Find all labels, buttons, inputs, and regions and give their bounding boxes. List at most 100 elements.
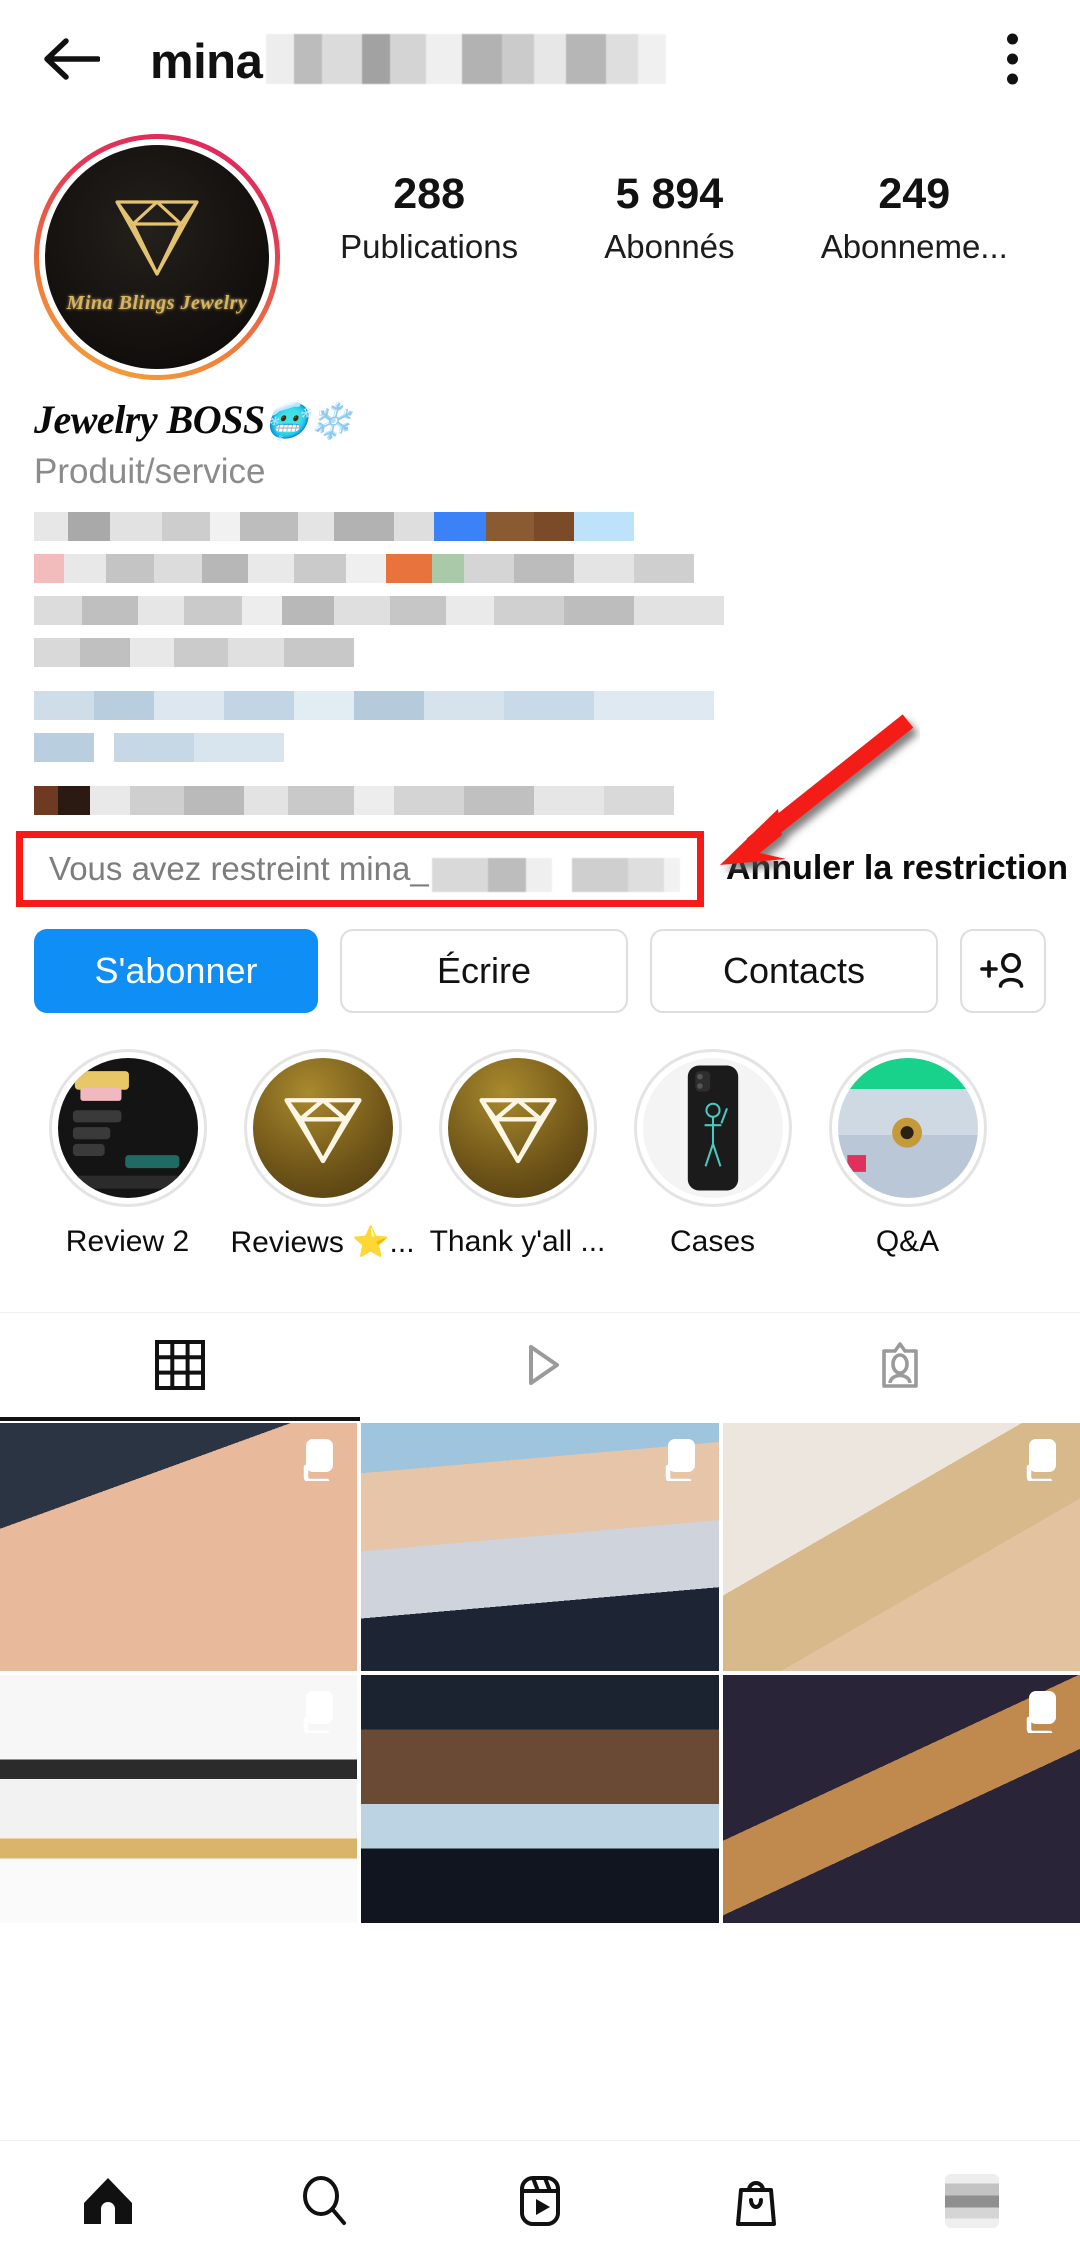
search-icon — [303, 2175, 346, 2225]
play-icon — [529, 1344, 559, 1385]
grid-post[interactable] — [722, 1674, 1080, 1923]
highlight-label: Thank y'all ... — [429, 1224, 606, 1258]
grid-post[interactable] — [722, 1422, 1080, 1671]
story-highlights: Review 2 Reviews ⭐... Thank y'all ... Ca… — [0, 1013, 1080, 1260]
profile-stats: 288 Publications 5 894 Abonnés 249 Abonn… — [280, 134, 1046, 266]
stat-value: 249 — [878, 170, 951, 218]
highlight-label: Reviews ⭐... — [230, 1225, 415, 1259]
kebab-dot — [1007, 73, 1018, 85]
profile-username[interactable]: mina — [150, 28, 1046, 90]
tab-tagged[interactable] — [720, 1313, 1080, 1421]
diamond-icon — [283, 1097, 362, 1163]
username-text: mina — [150, 35, 263, 89]
kebab-dot — [1007, 33, 1018, 45]
highlight-label: Q&A — [875, 1224, 940, 1258]
avatar-brand-text: Mina Blings Jewelry — [66, 291, 248, 314]
avatar-story-ring[interactable]: Mina Blings Jewelry — [34, 134, 280, 380]
kebab-dot — [1007, 53, 1018, 65]
diamond-icon — [115, 199, 199, 276]
avatar[interactable]: Mina Blings Jewelry — [45, 145, 269, 369]
shop-bag-icon — [736, 2180, 776, 2226]
highlight-thumb — [447, 1057, 588, 1198]
restriction-username-redacted — [431, 857, 680, 892]
reels-icon — [520, 2175, 560, 2226]
bio-redacted-line — [34, 785, 674, 815]
back-arrow-icon — [44, 38, 100, 80]
bio-redacted-link-line — [34, 690, 714, 720]
bio-redacted-line — [34, 637, 354, 667]
nav-shop[interactable] — [648, 2141, 864, 2260]
home-icon — [84, 2177, 132, 2224]
stat-label: Abonnés — [604, 228, 735, 266]
stat-label: Abonneme... — [820, 228, 1008, 266]
restriction-text: Vous avez restreint mina_ — [49, 849, 429, 887]
post-grid — [0, 1422, 1080, 1923]
profile-avatar-redacted — [945, 2173, 999, 2228]
top-app-bar: mina — [0, 0, 1080, 118]
highlight-label: Cases — [669, 1224, 756, 1258]
suggest-users-button[interactable] — [960, 928, 1046, 1013]
highlight-item[interactable]: Thank y'all ... — [420, 1048, 615, 1260]
review-chat-thumb-icon — [70, 1070, 183, 1189]
highlight-label: Review 2 — [65, 1224, 190, 1258]
username-redacted-block — [266, 34, 667, 84]
phone-case-thumb-icon — [687, 1065, 738, 1191]
tab-grid[interactable] — [0, 1313, 360, 1421]
nav-home[interactable] — [0, 2141, 216, 2260]
bio-redacted-line — [34, 553, 694, 583]
diamond-icon — [478, 1097, 557, 1163]
tagged-person-icon — [882, 1341, 918, 1388]
stat-value: 288 — [393, 170, 465, 218]
bio-redacted-link-line — [34, 732, 284, 762]
grid-post[interactable] — [0, 1674, 358, 1923]
stat-following[interactable]: 249 Abonneme... — [821, 170, 1008, 266]
nav-search[interactable] — [216, 2141, 432, 2260]
bio-display-name-text: Jewelry BOSS — [34, 397, 265, 442]
restriction-banner: Vous avez restreint mina_ Annuler la res… — [0, 714, 1080, 907]
tab-reels[interactable] — [360, 1313, 720, 1421]
carousel-icon — [1026, 1438, 1056, 1481]
profile-action-buttons: S'abonner Écrire Contacts — [0, 907, 1080, 1013]
highlight-thumb-ring — [828, 1048, 987, 1207]
back-button[interactable] — [34, 22, 108, 96]
grid-post[interactable] — [361, 1422, 719, 1671]
stat-publications[interactable]: 288 Publications — [340, 170, 518, 266]
contact-button[interactable]: Contacts — [650, 928, 938, 1013]
highlight-item[interactable]: Review 2 — [30, 1048, 225, 1260]
highlight-thumb — [57, 1057, 198, 1198]
follow-button[interactable]: S'abonner — [34, 928, 318, 1013]
stat-followers[interactable]: 5 894 Abonnés — [594, 170, 744, 266]
bio-emoji: 🥶❄️ — [264, 402, 354, 441]
add-person-icon — [980, 952, 1024, 988]
carousel-icon — [1026, 1690, 1056, 1733]
options-menu-button[interactable] — [997, 24, 1028, 95]
grid-icon — [155, 1339, 205, 1390]
nav-profile[interactable] — [864, 2141, 1080, 2260]
highlight-thumb-ring — [48, 1048, 207, 1207]
highlight-thumb-ring — [438, 1048, 597, 1207]
bottom-navigation-bar — [0, 2140, 1080, 2260]
highlight-item[interactable]: Q&A — [810, 1048, 1005, 1260]
bio-redacted-line — [34, 511, 634, 541]
highlight-item[interactable]: Cases — [615, 1048, 810, 1260]
stat-label: Publications — [340, 228, 519, 266]
carousel-icon — [665, 1438, 695, 1481]
avatar-inner-padding: Mina Blings Jewelry — [39, 139, 275, 375]
profile-header: Mina Blings Jewelry 288 Publications 5 8… — [0, 118, 1080, 380]
carousel-icon — [304, 1690, 334, 1733]
annotation-arrow — [690, 713, 920, 878]
message-button[interactable]: Écrire — [340, 928, 628, 1013]
profile-tabs — [0, 1311, 1080, 1421]
stat-value: 5 894 — [615, 170, 724, 218]
grid-post[interactable] — [361, 1674, 719, 1923]
nav-reels[interactable] — [432, 2141, 648, 2260]
highlight-thumb-ring — [633, 1048, 792, 1207]
bio-category: Produit/service — [34, 451, 266, 491]
highlight-thumb — [642, 1057, 783, 1198]
highlight-item[interactable]: Reviews ⭐... — [225, 1048, 420, 1260]
carousel-icon — [304, 1438, 334, 1481]
qa-photo-thumb-icon — [846, 1117, 922, 1172]
instagram-profile-screen: mina Mina Blings Jewelry 288 Publication… — [0, 0, 1080, 2260]
grid-post[interactable] — [0, 1422, 358, 1671]
restriction-message-box: Vous avez restreint mina_ — [16, 830, 704, 907]
